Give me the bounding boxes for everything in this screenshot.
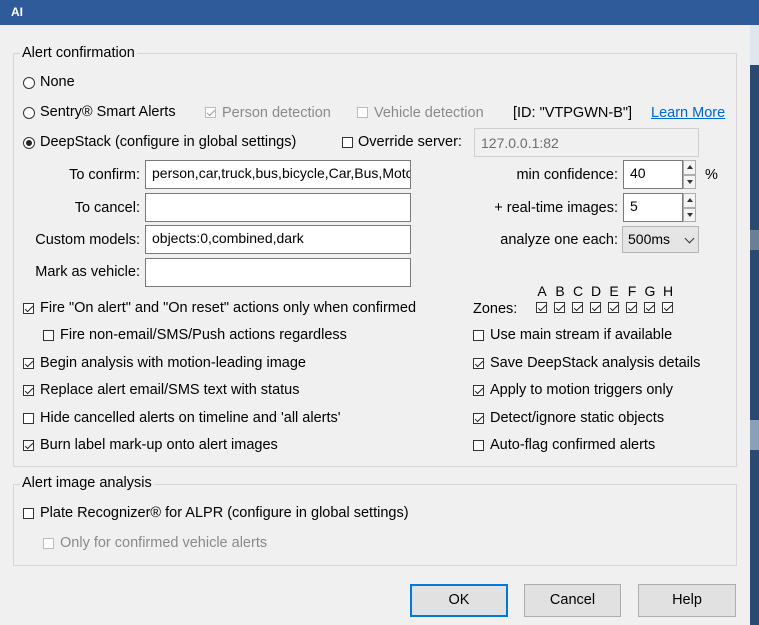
detect-static-label[interactable]: Detect/ignore static objects [490, 410, 664, 426]
override-server-label[interactable]: Override server: [358, 134, 462, 150]
vehicle-detection-label[interactable]: Vehicle detection [374, 105, 484, 121]
zone-letter: E [609, 283, 619, 299]
mode-sentry-label[interactable]: Sentry® Smart Alerts [40, 104, 176, 120]
zone-letter: G [644, 283, 656, 299]
save-deepstack-label[interactable]: Save DeepStack analysis details [490, 355, 700, 371]
sentry-id-text: [ID: "VTPGWN-B"] [513, 105, 633, 121]
mode-none-radio[interactable] [23, 77, 35, 89]
zone-h-checkbox[interactable] [662, 302, 673, 313]
begin-analysis-checkbox[interactable] [23, 358, 34, 369]
realtime-images-label: + real-time images: [494, 200, 618, 216]
plate-recognizer-checkbox[interactable] [23, 508, 34, 519]
save-deepstack-checkbox[interactable] [473, 358, 484, 369]
background-window-strip [750, 25, 759, 625]
realtime-images-input[interactable]: 5 [623, 193, 683, 222]
background-strip-segment [750, 420, 759, 450]
analyze-each-select[interactable]: 500ms [622, 226, 699, 253]
override-server-checkbox[interactable] [342, 137, 353, 148]
title-bar[interactable]: AI [0, 0, 759, 25]
custom-models-label: Custom models: [35, 232, 140, 248]
ok-button[interactable]: OK [410, 584, 508, 617]
burn-label-checkbox[interactable] [23, 440, 34, 451]
alert-image-analysis-legend: Alert image analysis [20, 475, 154, 491]
auto-flag-checkbox[interactable] [473, 440, 484, 451]
zone-letter: B [555, 283, 565, 299]
background-strip-segment [750, 25, 759, 65]
realtime-images-down-button[interactable] [683, 208, 696, 222]
override-server-input[interactable]: 127.0.0.1:82 [474, 128, 699, 157]
zone-letter: F [627, 283, 637, 299]
detect-static-checkbox[interactable] [473, 413, 484, 424]
vehicle-detection-checkbox[interactable] [357, 107, 368, 118]
realtime-images-up-button[interactable] [683, 193, 696, 208]
mode-sentry-radio[interactable] [23, 107, 35, 119]
fire-non-email-label[interactable]: Fire non-email/SMS/Push actions regardle… [60, 327, 347, 343]
chevron-down-icon [684, 233, 695, 244]
only-confirmed-vehicle-checkbox[interactable] [43, 538, 54, 549]
to-cancel-label: To cancel: [74, 200, 140, 216]
zone-a-checkbox[interactable] [536, 302, 547, 313]
zone-d-checkbox[interactable] [590, 302, 601, 313]
mark-as-vehicle-label: Mark as vehicle: [35, 264, 140, 280]
percent-unit: % [705, 167, 718, 183]
zone-letter: A [537, 283, 547, 299]
burn-label-label[interactable]: Burn label mark-up onto alert images [40, 437, 278, 453]
person-detection-checkbox[interactable] [205, 107, 216, 118]
zones-label: Zones: [473, 301, 518, 317]
auto-flag-label[interactable]: Auto-flag confirmed alerts [490, 437, 655, 453]
replace-alert-label[interactable]: Replace alert email/SMS text with status [40, 382, 300, 398]
custom-models-input[interactable]: objects:0,combined,dark [145, 225, 411, 254]
apply-motion-checkbox[interactable] [473, 385, 484, 396]
plate-recognizer-label[interactable]: Plate Recognizer® for ALPR (configure in… [40, 505, 409, 521]
fire-on-alert-checkbox[interactable] [23, 303, 34, 314]
zone-letter: H [662, 283, 674, 299]
to-confirm-input[interactable]: person,car,truck,bus,bicycle,Car,Bus,Mot… [145, 160, 411, 189]
use-main-stream-checkbox[interactable] [473, 330, 484, 341]
min-confidence-label: min confidence: [516, 167, 618, 183]
fire-on-alert-label[interactable]: Fire "On alert" and "On reset" actions o… [40, 300, 416, 316]
to-cancel-input[interactable] [145, 193, 411, 222]
learn-more-link[interactable]: Learn More [651, 105, 725, 121]
zone-f-checkbox[interactable] [626, 302, 637, 313]
mode-deepstack-radio[interactable] [23, 137, 35, 149]
analyze-each-value: 500ms [628, 231, 671, 247]
zone-letter: D [590, 283, 602, 299]
hide-cancelled-checkbox[interactable] [23, 413, 34, 424]
zone-c-checkbox[interactable] [572, 302, 583, 313]
alert-image-analysis-group [13, 484, 737, 566]
analyze-each-label: analyze one each: [500, 232, 618, 248]
mark-as-vehicle-input[interactable] [145, 258, 411, 287]
to-confirm-label: To confirm: [69, 167, 140, 183]
replace-alert-checkbox[interactable] [23, 385, 34, 396]
background-strip-segment [750, 230, 759, 250]
zone-letter: C [572, 283, 584, 299]
min-confidence-input[interactable]: 40 [623, 160, 683, 189]
alert-confirmation-legend: Alert confirmation [20, 45, 137, 61]
cancel-button[interactable]: Cancel [524, 584, 621, 617]
mode-deepstack-label[interactable]: DeepStack (configure in global settings) [40, 134, 296, 150]
window-title: AI [11, 5, 23, 19]
mode-none-label[interactable]: None [40, 74, 75, 90]
help-button[interactable]: Help [638, 584, 736, 617]
begin-analysis-label[interactable]: Begin analysis with motion-leading image [40, 355, 306, 371]
person-detection-label[interactable]: Person detection [222, 105, 331, 121]
zone-e-checkbox[interactable] [608, 302, 619, 313]
min-confidence-down-button[interactable] [683, 175, 696, 189]
zone-g-checkbox[interactable] [644, 302, 655, 313]
apply-motion-label[interactable]: Apply to motion triggers only [490, 382, 673, 398]
only-confirmed-vehicle-label[interactable]: Only for confirmed vehicle alerts [60, 535, 267, 551]
hide-cancelled-label[interactable]: Hide cancelled alerts on timeline and 'a… [40, 410, 341, 426]
use-main-stream-label[interactable]: Use main stream if available [490, 327, 672, 343]
min-confidence-up-button[interactable] [683, 160, 696, 175]
fire-non-email-checkbox[interactable] [43, 330, 54, 341]
zone-b-checkbox[interactable] [554, 302, 565, 313]
